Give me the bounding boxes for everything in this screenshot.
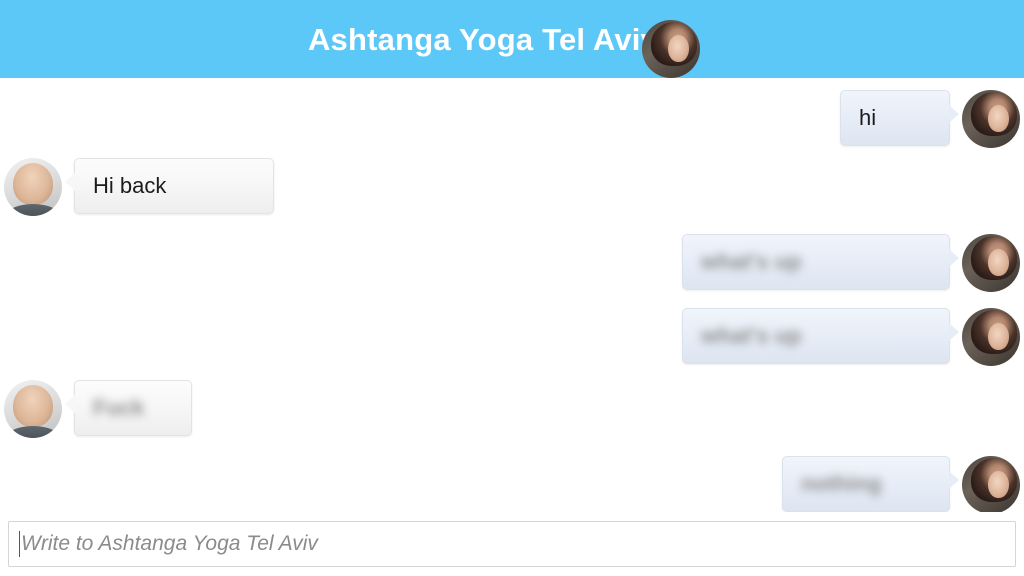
message-text: what's up [701,249,802,274]
message-text: Hi back [93,173,167,198]
header-contact-avatar[interactable] [642,20,701,78]
avatar[interactable] [4,380,62,438]
message-row-incoming-1: Hi back [4,158,274,216]
avatar[interactable] [962,90,1020,148]
message-bubble[interactable]: what's up [682,234,959,290]
message-bubble[interactable]: Fuck [65,380,192,436]
message-input[interactable]: Write to Ashtanga Yoga Tel Aviv [8,521,1016,567]
message-text: Fuck [93,395,145,420]
app-header: Ashtanga Yoga Tel Aviv [0,0,1024,78]
avatar[interactable] [962,456,1020,512]
message-bubble[interactable]: Hi back [65,158,274,214]
message-text: nothing [801,471,882,496]
message-input-placeholder: Write to Ashtanga Yoga Tel Aviv [21,532,318,555]
message-bubble[interactable]: what's up [682,308,959,364]
message-row-outgoing-1: hi [840,90,1020,148]
message-bubble[interactable]: nothing [782,456,959,512]
message-text: what's up [701,323,802,348]
message-row-outgoing-2: what's up [682,234,1020,292]
avatar[interactable] [4,158,62,216]
avatar[interactable] [962,234,1020,292]
composer-bar: Write to Ashtanga Yoga Tel Aviv [0,512,1024,576]
message-row-outgoing-4: nothing [782,456,1020,512]
text-caret [19,531,20,557]
message-text: hi [859,105,877,130]
page-title: Ashtanga Yoga Tel Aviv [307,21,659,57]
message-row-incoming-2: Fuck [4,380,192,438]
avatar[interactable] [962,308,1020,366]
chat-message-list[interactable]: hi Hi back what's up what's up Fuck noth… [0,78,1024,512]
message-bubble[interactable]: hi [840,90,959,146]
message-row-outgoing-3: what's up [682,308,1020,366]
